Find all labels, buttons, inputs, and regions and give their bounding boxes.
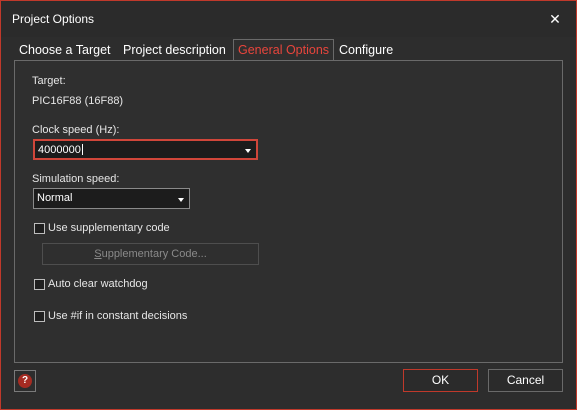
chevron-down-icon[interactable] <box>178 197 184 202</box>
supplementary-code-label: upplementary Code... <box>101 248 207 260</box>
clock-speed-combobox[interactable]: 4000000 <box>33 139 258 160</box>
cancel-button[interactable]: Cancel <box>488 369 563 392</box>
simulation-speed-combobox[interactable]: Normal <box>33 188 190 209</box>
use-if-constant-decisions-label: Use #if in constant decisions <box>48 310 188 322</box>
checkbox-box[interactable] <box>34 311 45 322</box>
clock-speed-value: 4000000 <box>38 144 83 156</box>
supplementary-code-button: Supplementary Code... <box>42 243 259 265</box>
supplementary-code-mnemonic: S <box>94 248 102 260</box>
tab-choose-a-target[interactable]: Choose a Target <box>19 40 111 60</box>
auto-clear-watchdog-label: Auto clear watchdog <box>48 278 148 290</box>
window-title: Project Options <box>12 12 95 26</box>
tab-general-options[interactable]: General Options <box>233 39 335 61</box>
text-caret <box>81 144 83 155</box>
clock-speed-label: Clock speed (Hz): <box>32 124 120 136</box>
help-icon: ? <box>18 374 32 388</box>
target-value: PIC16F88 (16F88) <box>32 95 124 107</box>
project-options-dialog: Project Options ✕ Choose a Target Projec… <box>0 0 577 410</box>
checkbox-box[interactable] <box>34 223 45 234</box>
general-options-panel: Target: PIC16F88 (16F88) Clock speed (Hz… <box>14 60 563 363</box>
checkbox-box[interactable] <box>34 279 45 290</box>
title-bar[interactable]: Project Options ✕ <box>1 1 576 37</box>
tab-project-description[interactable]: Project description <box>123 40 226 60</box>
simulation-speed-label: Simulation speed: <box>32 173 120 185</box>
simulation-speed-value: Normal <box>37 192 73 204</box>
ok-button[interactable]: OK <box>403 369 478 392</box>
close-icon[interactable]: ✕ <box>542 8 568 30</box>
target-label: Target: <box>32 75 66 87</box>
use-supplementary-code-label: Use supplementary code <box>48 222 170 234</box>
chevron-down-icon[interactable] <box>245 148 251 153</box>
tab-configure[interactable]: Configure <box>339 40 393 60</box>
help-button[interactable]: ? <box>14 370 36 392</box>
